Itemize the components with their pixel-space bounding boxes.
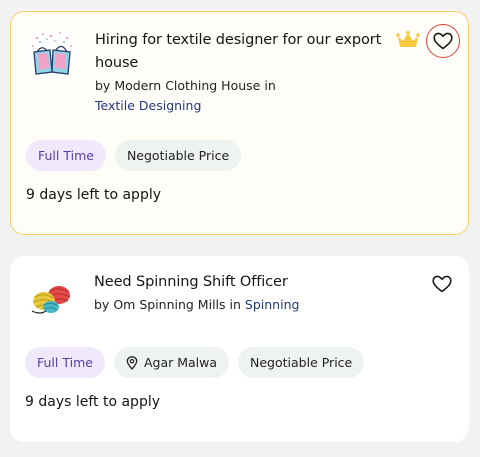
tag-price: Negotiable Price [114, 140, 242, 171]
yarn-spools-logo [25, 272, 77, 324]
in-label: in [264, 78, 276, 93]
job-title[interactable]: Hiring for textile designer for our expo… [95, 29, 385, 75]
company-logo [24, 271, 78, 325]
tag-employment-type: Full Time [26, 140, 106, 171]
job-title[interactable]: Need Spinning Shift Officer [94, 271, 384, 294]
job-tags: Full Time Agar Malwa Negotiable Price [25, 347, 365, 378]
heart-icon [432, 275, 452, 293]
company-name[interactable]: Modern Clothing House [114, 78, 260, 93]
location-label: Agar Malwa [143, 355, 218, 370]
heart-icon [433, 32, 453, 50]
save-job-button[interactable] [426, 24, 460, 58]
job-card-spinning-officer[interactable]: Need Spinning Shift Officer by Om Spinni… [10, 256, 469, 442]
deadline-text: 9 days left to apply [25, 394, 161, 410]
company-name[interactable]: Om Spinning Mills [113, 297, 225, 312]
fabric-bags-logo [26, 29, 78, 81]
tag-price: Negotiable Price [238, 347, 365, 378]
tag-employment-type: Full Time [25, 347, 105, 378]
job-byline: by Om Spinning Mills in Spinning [94, 297, 299, 312]
job-category-link[interactable]: Spinning [245, 297, 300, 312]
location-pin-icon [126, 355, 138, 370]
tag-location: Agar Malwa [113, 347, 230, 378]
by-label: by [94, 297, 110, 312]
company-logo [25, 28, 79, 82]
deadline-text: 9 days left to apply [26, 187, 162, 203]
save-job-button[interactable] [425, 267, 459, 301]
job-card-textile-designer[interactable]: Hiring for textile designer for our expo… [10, 11, 469, 235]
in-label: in [229, 297, 241, 312]
job-byline: by Modern Clothing House in [95, 78, 276, 93]
job-tags: Full Time Negotiable Price [26, 140, 242, 171]
by-label: by [95, 78, 111, 93]
job-category-link[interactable]: Textile Designing [95, 98, 201, 113]
crown-icon [396, 30, 420, 47]
